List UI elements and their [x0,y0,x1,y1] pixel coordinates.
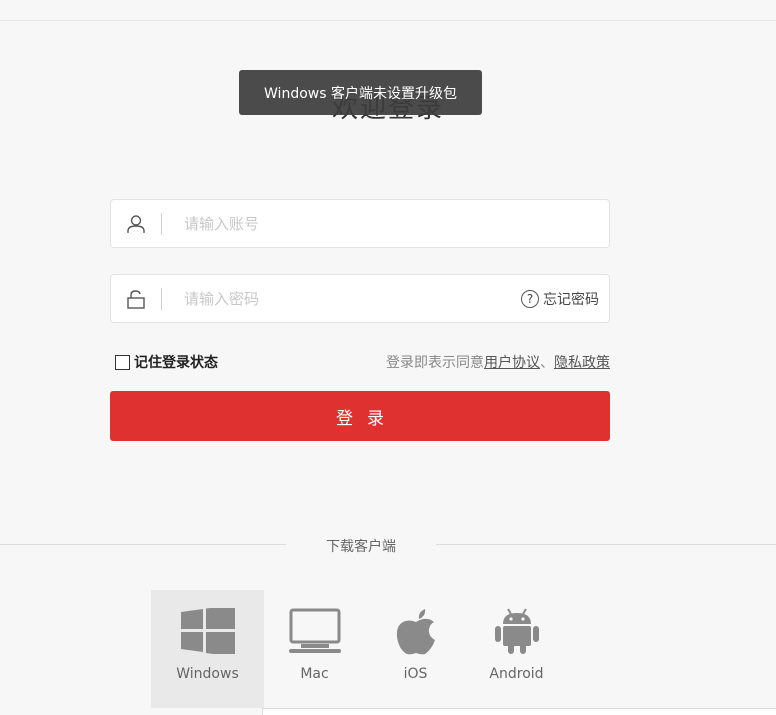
download-title: 下载客户端 [326,539,396,555]
password-input[interactable] [162,275,521,322]
login-button[interactable]: 登录 [110,391,610,441]
forgot-password-label: 忘记密码 [543,291,599,308]
lock-icon [111,275,161,322]
client-label: Windows [176,666,239,682]
client-download-list: Windows Mac iOS Android [151,590,567,708]
client-windows[interactable]: Windows [151,590,264,708]
toast-message: Windows 客户端未设置升级包 [239,70,482,115]
download-divider-right [436,544,776,545]
client-label: iOS [403,666,428,682]
privacy-policy-link[interactable]: 隐私政策 [554,355,610,371]
question-icon: ? [521,289,539,308]
agreement-text: 登录即表示同意用户协议、隐私政策 [386,352,610,372]
agreement-separator: 、 [540,355,554,371]
forgot-password-link[interactable]: ? 忘记密码 [521,289,609,309]
apple-icon [395,590,437,660]
download-divider-left [0,544,286,545]
windows-icon [180,590,235,660]
top-divider [0,20,776,21]
user-icon [111,200,161,247]
remember-me-label: 记住登录状态 [134,355,218,371]
user-agreement-link[interactable]: 用户协议 [484,355,540,371]
account-input[interactable] [162,200,609,247]
remember-me-checkbox[interactable]: 记住登录状态 [115,352,218,372]
android-icon [494,590,540,660]
checkbox-box [115,354,130,370]
client-label: Mac [300,666,329,682]
client-mac[interactable]: Mac [264,590,365,708]
popup-panel-edge [262,708,776,715]
client-ios[interactable]: iOS [365,590,466,708]
account-field [110,199,610,248]
client-label: Android [489,666,544,682]
client-android[interactable]: Android [466,590,567,708]
password-field: ? 忘记密码 [110,274,610,323]
agreement-prefix: 登录即表示同意 [386,355,484,371]
monitor-icon [288,590,341,660]
